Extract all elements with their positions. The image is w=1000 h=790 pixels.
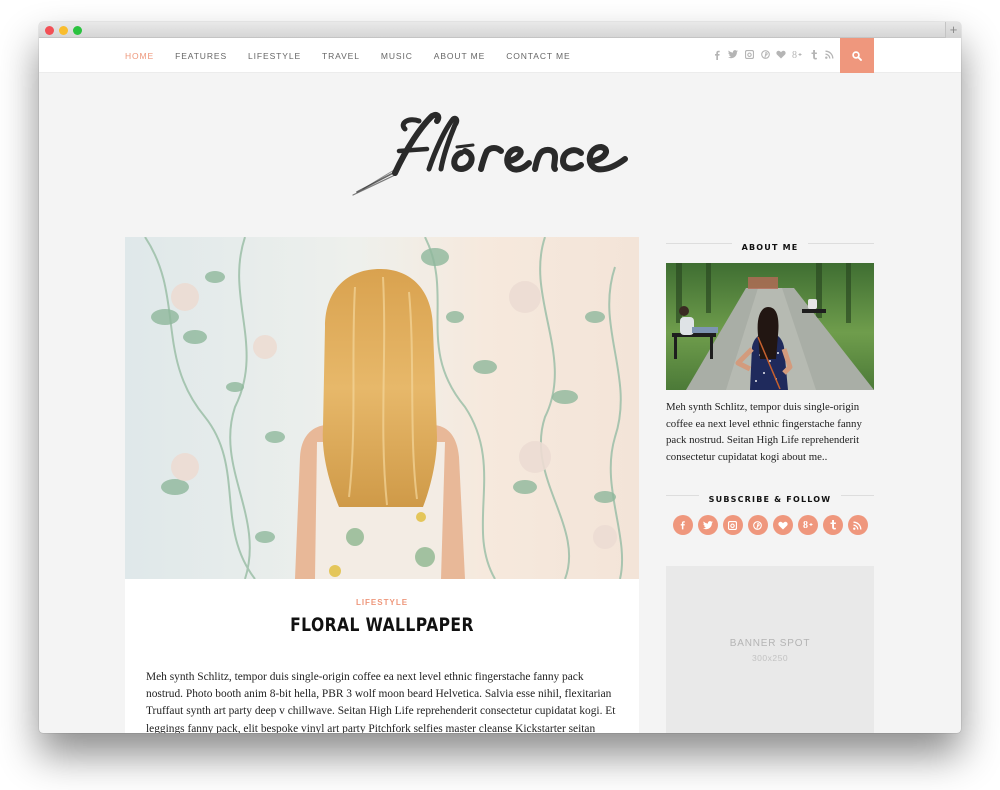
svg-text:8: 8	[803, 520, 808, 530]
blog-post-card: Woman with long blonde hair facing flora…	[125, 237, 639, 733]
svg-text:8: 8	[792, 50, 797, 60]
about-me-image[interactable]: Woman in polka dot dress standing on a p…	[666, 263, 874, 390]
bloglovin-heart-icon[interactable]	[772, 515, 793, 535]
search-button[interactable]	[840, 38, 874, 73]
close-window-button[interactable]	[45, 26, 54, 35]
instagram-icon[interactable]	[722, 515, 743, 535]
banner-size: 300x250	[751, 653, 789, 663]
rss-icon[interactable]	[847, 515, 868, 535]
top-navbar: HOME FEATURES LIFESTYLE TRAVEL MUSIC ABO…	[39, 38, 961, 73]
sidebar-social-links: 8	[666, 515, 874, 535]
subscribe-follow-widget: SUBSCRIBE & FOLLOW 8	[666, 489, 874, 535]
post-featured-image[interactable]: Woman with long blonde hair facing flora…	[125, 237, 639, 579]
bloglovin-heart-icon[interactable]	[773, 50, 789, 61]
maximize-window-button[interactable]	[73, 26, 82, 35]
search-icon	[852, 50, 862, 61]
about-me-text: Meh synth Schlitz, tempor duis single-or…	[666, 401, 862, 463]
about-me-widget: ABOUT ME Woman in polka dot dress standi…	[666, 237, 874, 465]
google-plus-icon[interactable]: 8	[797, 515, 818, 535]
pinterest-icon[interactable]	[757, 50, 773, 61]
banner-ad-spot[interactable]: BANNER SPOT 300x250	[666, 566, 874, 733]
rss-icon[interactable]	[821, 50, 837, 61]
nav-item-lifestyle[interactable]: LIFESTYLE	[248, 51, 301, 61]
pinterest-icon[interactable]	[747, 515, 768, 535]
post-excerpt: Meh synth Schlitz, tempor duis single-or…	[146, 671, 616, 733]
main-menu: HOME FEATURES LIFESTYLE TRAVEL MUSIC ABO…	[125, 38, 592, 73]
banner-title: BANNER SPOT	[729, 638, 811, 649]
about-me-title: ABOUT ME	[666, 237, 874, 252]
sidebar: ABOUT ME Woman in polka dot dress standi…	[666, 237, 874, 733]
google-plus-icon[interactable]: 8	[789, 50, 805, 62]
post-title[interactable]: FLORAL WALLPAPER	[171, 614, 592, 636]
nav-item-features[interactable]: FEATURES	[175, 51, 227, 61]
new-tab-button[interactable]: +	[945, 22, 961, 38]
tumblr-icon[interactable]	[805, 49, 821, 62]
header-social-links: 8	[709, 38, 837, 73]
twitter-icon[interactable]	[725, 50, 741, 61]
instagram-icon[interactable]	[741, 49, 757, 61]
site-logo[interactable]: florence	[349, 107, 649, 202]
twitter-icon[interactable]	[697, 515, 718, 535]
post-category-link[interactable]: LIFESTYLE	[125, 598, 639, 607]
nav-item-travel[interactable]: TRAVEL	[322, 51, 360, 61]
minimize-window-button[interactable]	[59, 26, 68, 35]
nav-item-home[interactable]: HOME	[125, 51, 154, 61]
nav-item-about-me[interactable]: ABOUT ME	[434, 51, 485, 61]
nav-item-contact-me[interactable]: CONTACT ME	[506, 51, 570, 61]
subscribe-follow-title: SUBSCRIBE & FOLLOW	[666, 489, 874, 504]
nav-item-music[interactable]: MUSIC	[381, 51, 413, 61]
browser-window: + HOME FEATURES LIFESTYLE TRAVEL MUSIC A…	[39, 22, 961, 733]
facebook-icon[interactable]	[672, 515, 693, 535]
browser-titlebar: +	[39, 22, 961, 38]
facebook-icon[interactable]	[709, 50, 725, 62]
tumblr-icon[interactable]	[822, 515, 843, 535]
